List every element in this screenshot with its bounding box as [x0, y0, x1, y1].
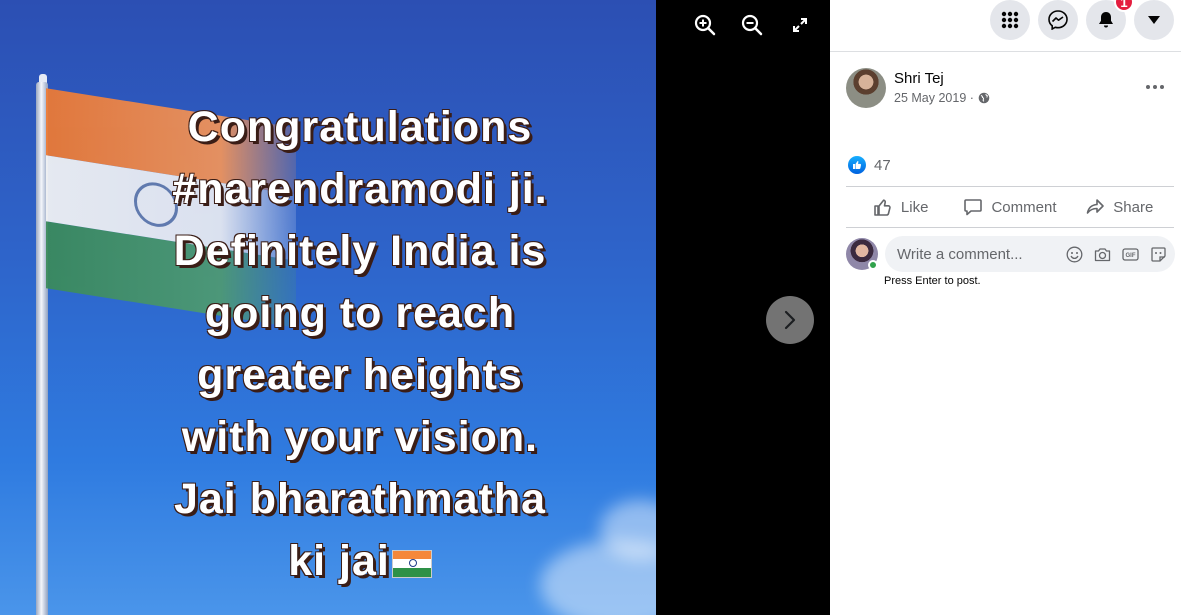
author-name[interactable]: Shri Tej [894, 70, 944, 87]
sticker-button[interactable] [1149, 245, 1167, 263]
photo-text: Congratulations #narendramodi ji. Defini… [172, 103, 548, 585]
thumbs-up-icon [874, 199, 891, 216]
messenger-button[interactable] [1038, 0, 1078, 40]
comment-icon [964, 199, 983, 216]
post-actions-bar: Like Comment Share [846, 186, 1174, 228]
share-label: Share [1113, 198, 1154, 216]
smiley-icon [1066, 246, 1082, 262]
bell-icon [1099, 12, 1113, 28]
share-button[interactable]: Share [1065, 187, 1174, 227]
globe-icon [978, 92, 990, 104]
photo-caption-text: Congratulations #narendramodi ji. Defini… [60, 96, 656, 592]
zoom-in-button[interactable] [690, 10, 720, 40]
menu-button[interactable] [990, 0, 1030, 40]
like-button[interactable]: Like [846, 187, 955, 227]
caret-down-icon [1148, 16, 1160, 24]
fullscreen-icon [793, 18, 807, 32]
comment-composer: Write a comment... GIF [846, 236, 1176, 272]
post-header: Shri Tej 25 May 2019 · [846, 68, 1176, 108]
post-date[interactable]: 25 May 2019 · [894, 91, 974, 105]
more-horizontal-icon [1146, 85, 1164, 89]
share-icon [1086, 199, 1105, 214]
emoji-button[interactable] [1065, 245, 1083, 263]
comment-tools: GIF [1065, 245, 1167, 263]
top-navigation-bar: 1 [830, 0, 1181, 52]
svg-text:GIF: GIF [1125, 253, 1135, 259]
comment-button[interactable]: Comment [955, 187, 1064, 227]
photo-attach-button[interactable] [1093, 245, 1111, 263]
online-status-indicator [868, 260, 878, 270]
notification-count-badge: 1 [1114, 0, 1134, 12]
author-avatar[interactable] [846, 68, 886, 108]
gif-icon: GIF [1121, 247, 1139, 261]
zoom-in-icon [694, 14, 716, 36]
photo-viewer: Congratulations #narendramodi ji. Defini… [0, 0, 830, 615]
messenger-icon [1048, 10, 1068, 30]
chevron-right-icon [784, 310, 796, 330]
like-label: Like [900, 198, 929, 216]
post-photo[interactable]: Congratulations #narendramodi ji. Defini… [0, 0, 656, 615]
comment-label: Comment [991, 198, 1057, 216]
comment-input[interactable]: Write a comment... GIF [885, 236, 1175, 272]
comment-placeholder: Write a comment... [897, 245, 1023, 263]
fullscreen-button[interactable] [785, 10, 815, 40]
account-button[interactable] [1134, 0, 1174, 40]
post-side-panel: 1 Shri Tej 25 May 2019 · 47 Like Comment… [830, 0, 1181, 615]
like-reaction-icon [848, 156, 866, 174]
grid-menu-icon [1001, 11, 1019, 29]
press-enter-hint: Press Enter to post. [884, 275, 981, 287]
notifications-button[interactable]: 1 [1086, 0, 1134, 40]
gif-button[interactable]: GIF [1121, 245, 1139, 263]
zoom-out-button[interactable] [737, 10, 767, 40]
sticker-icon [1150, 246, 1166, 262]
zoom-out-icon [741, 14, 763, 36]
post-options-button[interactable] [1140, 72, 1170, 102]
post-meta: 25 May 2019 · [894, 91, 990, 105]
india-flag-emoji [391, 549, 432, 578]
next-photo-button[interactable] [766, 296, 814, 344]
reaction-count: 47 [874, 156, 891, 174]
camera-icon [1094, 247, 1110, 261]
reaction-summary[interactable]: 47 [848, 156, 891, 174]
